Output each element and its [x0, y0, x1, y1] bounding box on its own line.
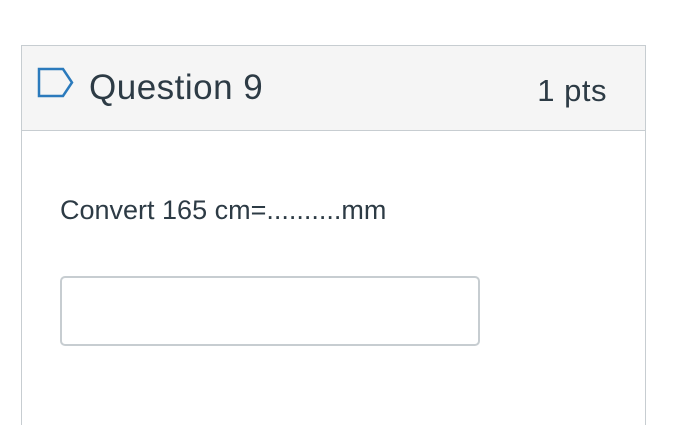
question-body: Convert 165 cm=..........mm: [22, 131, 645, 411]
question-points: 1 pts: [537, 73, 607, 108]
answer-input[interactable]: [60, 276, 480, 346]
question-title: Question 9: [89, 68, 264, 107]
question-text: Convert 165 cm=..........mm: [60, 195, 387, 225]
question-header: Question 9 1 pts: [22, 46, 645, 131]
flag-question-icon[interactable]: [37, 67, 75, 98]
question-card: Question 9 1 pts Convert 165 cm=........…: [21, 45, 646, 425]
